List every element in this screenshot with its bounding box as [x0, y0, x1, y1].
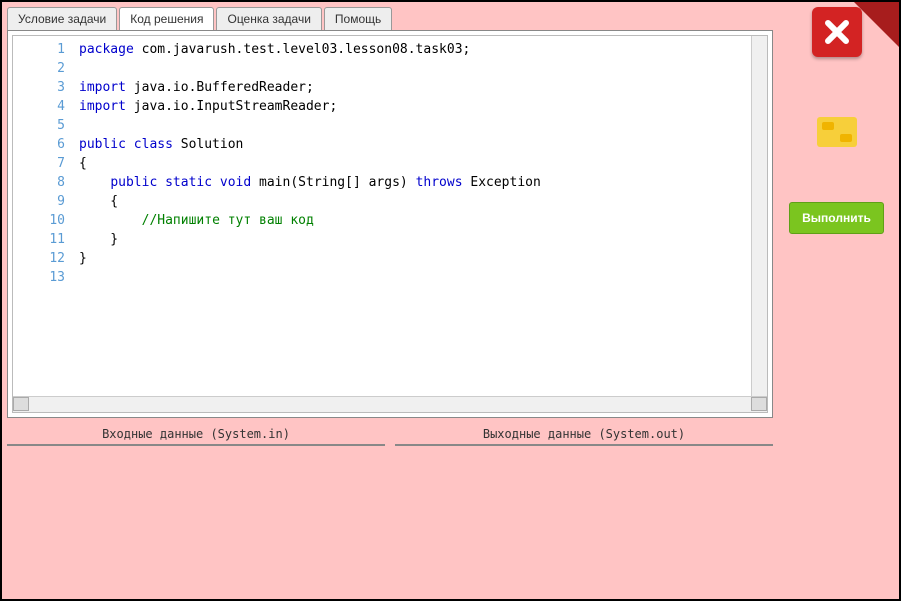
ticket-icon[interactable]: [817, 117, 857, 147]
close-button[interactable]: [812, 7, 862, 57]
input-label: Входные данные (System.in): [7, 424, 385, 444]
line-gutter: 12345678910111213: [13, 36, 73, 396]
tab-3[interactable]: Помощь: [324, 7, 392, 30]
tab-2[interactable]: Оценка задачи: [216, 7, 321, 30]
close-icon: [822, 17, 852, 47]
tab-1[interactable]: Код решения: [119, 7, 214, 30]
output-box: [395, 444, 773, 446]
input-box[interactable]: [7, 444, 385, 446]
vertical-scrollbar[interactable]: [751, 36, 767, 396]
code-editor[interactable]: 12345678910111213 package com.javarush.t…: [13, 36, 767, 396]
code-text[interactable]: package com.javarush.test.level03.lesson…: [73, 36, 751, 396]
tab-bar: Условие задачиКод решенияОценка задачиПо…: [7, 7, 773, 30]
run-button[interactable]: Выполнить: [789, 202, 884, 234]
horizontal-scrollbar[interactable]: [13, 396, 767, 412]
code-editor-panel: 12345678910111213 package com.javarush.t…: [7, 30, 773, 418]
tab-0[interactable]: Условие задачи: [7, 7, 117, 30]
scroll-left-button[interactable]: [13, 397, 29, 411]
scroll-right-button[interactable]: [751, 397, 767, 411]
output-label: Выходные данные (System.out): [395, 424, 773, 444]
